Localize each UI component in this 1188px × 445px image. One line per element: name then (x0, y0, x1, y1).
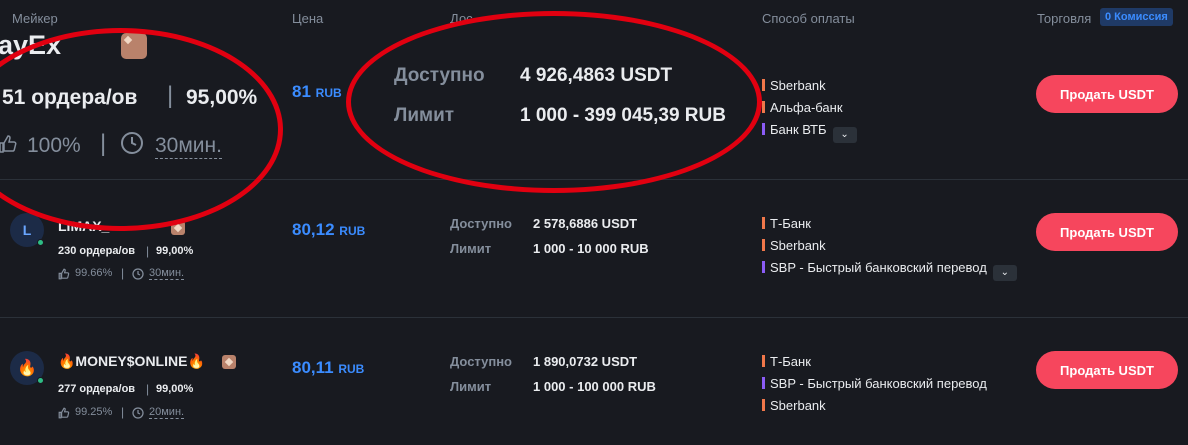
price-value: 80,11 (292, 358, 334, 377)
clock-icon (132, 406, 144, 424)
available-label: Доступно (394, 65, 485, 86)
price-value: 80,12 (292, 220, 335, 239)
payment-method: Т-Банк (762, 216, 811, 231)
thumbs-up-icon (0, 134, 18, 159)
limit-value: 1 000 - 399 045,39 RUB (520, 105, 726, 126)
verified-badge-icon (121, 33, 147, 59)
rating: 100% (27, 134, 81, 157)
completion-rate: 99,00% (156, 245, 194, 257)
divider: | (146, 382, 150, 396)
payment-method: Банк ВТБ ⌄ (762, 122, 857, 143)
rating: 99.25% (75, 406, 113, 418)
divider: | (121, 405, 125, 419)
maker-name[interactable]: ayEx (0, 30, 61, 61)
thumbs-up-icon (58, 406, 70, 424)
table-row: ayEx 51 ордера/ов | 95,00% 100% | 30мин.… (0, 0, 1188, 180)
price-unit: RUB (315, 86, 342, 100)
verified-badge-icon (222, 355, 236, 369)
limit-label: Лимит (394, 105, 455, 126)
available-value: 2 578,6886 USDT (533, 216, 638, 231)
thumbs-up-icon (58, 267, 70, 285)
payment-method: Sberbank (762, 78, 826, 93)
orders-count: 51 ордера/ов (2, 86, 138, 109)
limit-label: Лимит (450, 379, 492, 394)
price-unit: RUB (339, 224, 366, 238)
payment-method: Sberbank (762, 398, 826, 413)
table-row: 🔥 🔥MONEY$ONLINE🔥 277 ордера/ов | 99,00% … (0, 318, 1188, 445)
online-indicator (37, 377, 44, 384)
divider: | (121, 266, 125, 280)
price-value: 81 (292, 82, 311, 101)
completion-rate: 95,00% (186, 86, 258, 109)
price: 81 RUB (292, 82, 342, 102)
online-indicator (37, 239, 44, 246)
completion-rate: 99,00% (156, 383, 194, 395)
pay-time: 30мин. (155, 134, 222, 159)
pay-time: 20мин. (149, 406, 185, 419)
divider: | (146, 244, 150, 258)
maker-name[interactable]: 🔥MONEY$ONLINE🔥 (58, 353, 205, 370)
chevron-down-icon[interactable]: ⌄ (832, 127, 857, 143)
divider: | (100, 130, 107, 157)
verified-badge-icon (171, 221, 185, 235)
clock-icon (120, 131, 144, 160)
payment-method: Sberbank (762, 238, 826, 253)
limit-label: Лимит (450, 241, 492, 256)
available-label: Доступно (450, 354, 512, 369)
payment-method: SBP - Быстрый банковский перевод (762, 376, 987, 391)
payment-method: SBP - Быстрый банковский перевод ⌄ (762, 260, 1017, 281)
payment-method: Т-Банк (762, 354, 811, 369)
price-unit: RUB (338, 362, 365, 376)
clock-icon (132, 267, 144, 285)
table-row: L LIMAX_ 230 ордера/ов | 99,00% 99.66% |… (0, 180, 1188, 317)
limit-value: 1 000 - 10 000 RUB (533, 241, 649, 256)
rating: 99.66% (75, 267, 113, 279)
pay-time: 30мин. (149, 267, 185, 280)
payment-method: Альфа-банк (762, 100, 843, 115)
sell-usdt-button[interactable]: Продать USDT (1036, 351, 1178, 389)
price: 80,12 RUB (292, 220, 365, 240)
limit-value: 1 000 - 100 000 RUB (533, 379, 656, 394)
sell-usdt-button[interactable]: Продать USDT (1036, 75, 1178, 113)
divider: | (167, 82, 174, 109)
chevron-down-icon[interactable]: ⌄ (992, 265, 1017, 281)
available-value: 1 890,0732 USDT (533, 354, 638, 369)
maker-name[interactable]: LIMAX_ (58, 218, 109, 234)
orders-count: 277 ордера/ов (58, 383, 136, 395)
orders-count: 230 ордера/ов (58, 245, 136, 257)
available-value: 4 926,4863 USDT (520, 65, 673, 86)
sell-usdt-button[interactable]: Продать USDT (1036, 213, 1178, 251)
price: 80,11 RUB (292, 358, 364, 378)
available-label: Доступно (450, 216, 512, 231)
